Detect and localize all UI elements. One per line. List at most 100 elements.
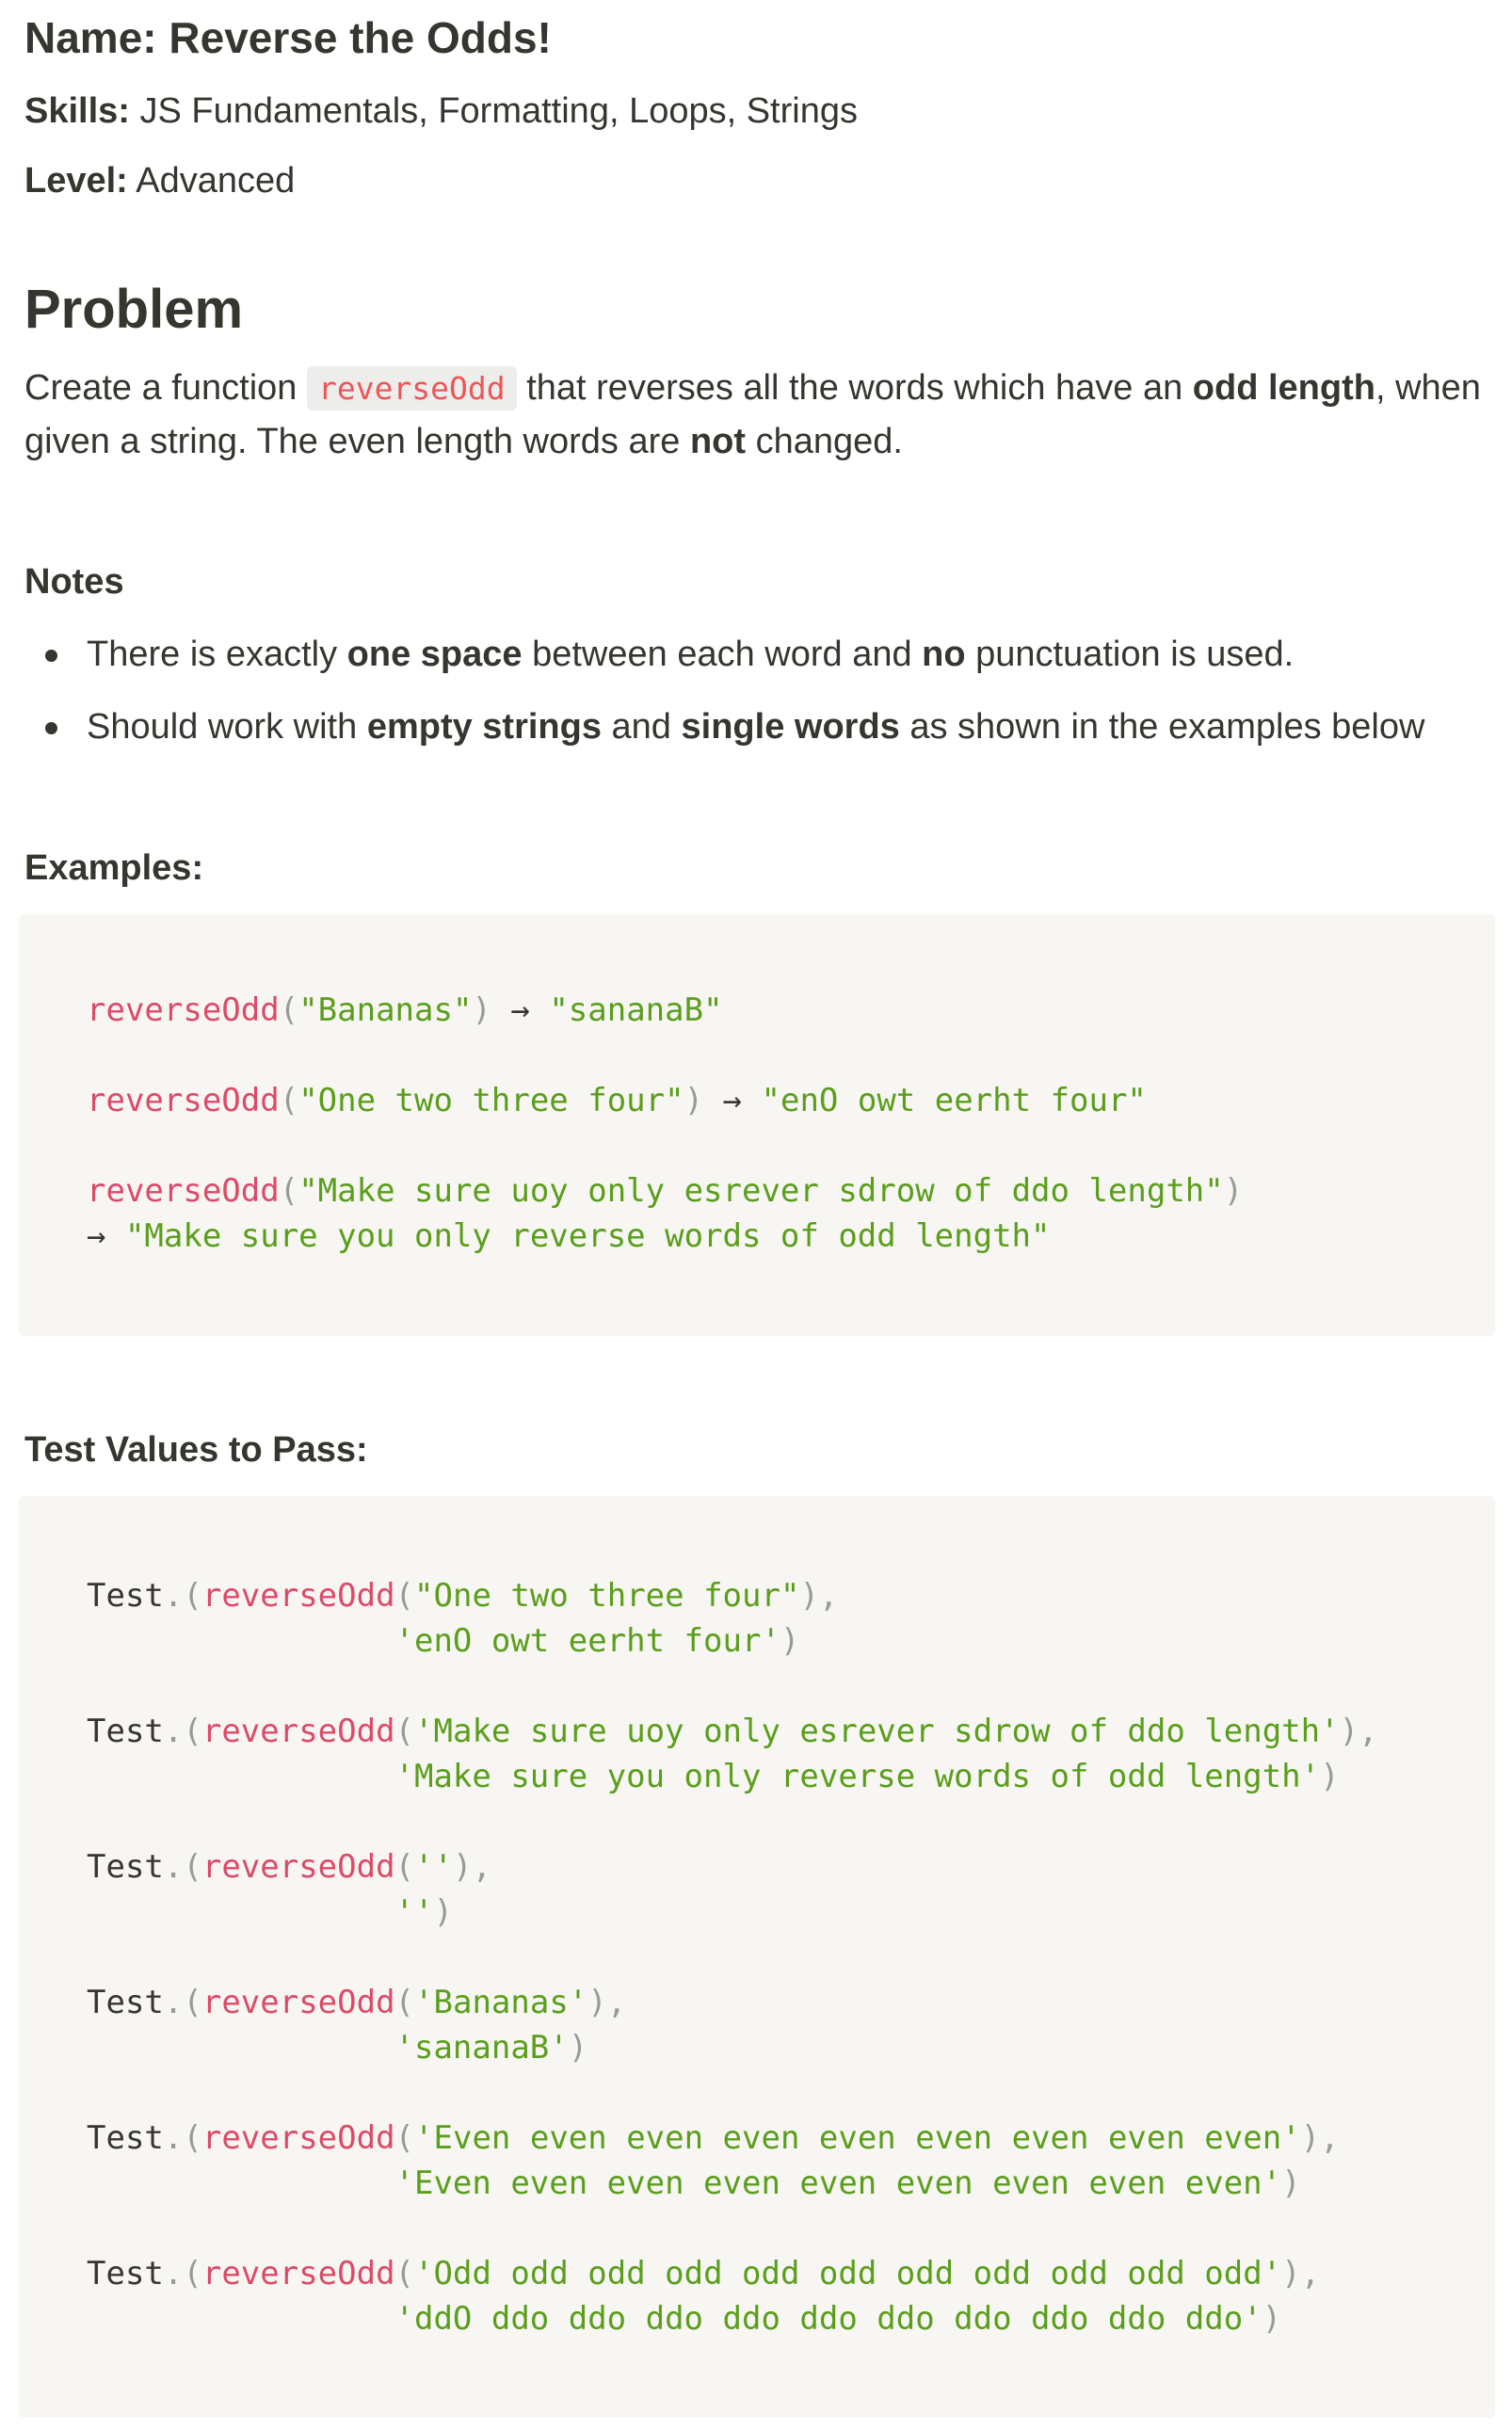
code-string: 'Bananas' — [414, 1984, 588, 2021]
code-string: "One two three four" — [298, 1082, 684, 1119]
code-paren: ), — [799, 1577, 839, 1615]
page-title: Name: Reverse the Odds! — [24, 8, 552, 68]
code-string: '' — [394, 1893, 434, 1931]
code-paren: ) — [1320, 1758, 1340, 1795]
code-paren: .( — [163, 2255, 202, 2292]
code-string: "Make sure you only reverse words of odd… — [124, 1217, 1051, 1255]
code-paren: ( — [394, 1713, 415, 1750]
problem-bold-odd-length: odd length — [1192, 368, 1375, 408]
code-function: reverseOdd — [201, 2119, 395, 2157]
test-expected-line: 'Even even even even even even even even… — [87, 2161, 1301, 2206]
code-paren: ) — [1262, 2300, 1282, 2338]
code-string: 'enO owt eerht four' — [394, 1622, 780, 1660]
bullet-bold: no — [922, 635, 966, 674]
level-line: Level: Advanced — [24, 156, 295, 205]
code-string: 'Even even even even even even even even… — [414, 2119, 1301, 2157]
code-paren: ), — [1339, 1713, 1378, 1750]
problem-text-1: Create a function — [24, 368, 307, 408]
code-string: 'Make sure uoy only esrever sdrow of ddo… — [414, 1713, 1340, 1750]
code-arrow: → — [491, 991, 550, 1029]
problem-bold-not: not — [689, 422, 747, 461]
bullet-bold: empty strings — [366, 707, 602, 747]
bullet-text: between each word and — [522, 635, 923, 674]
code-paren: ( — [394, 1984, 415, 2021]
code-paren: ( — [279, 1172, 299, 1210]
code-function: reverseOdd — [201, 1713, 395, 1750]
test-call-line: Test.(reverseOdd("One two three four"), — [87, 1573, 838, 1618]
test-expected-line: '') — [87, 1890, 453, 1935]
code-function: reverseOdd — [201, 1577, 395, 1615]
bullet-text: as shown in the examples below — [899, 707, 1425, 747]
bullet-dot — [45, 650, 57, 662]
code-arrow: → — [703, 1082, 762, 1119]
inline-code-function-name: reverseOdd — [306, 366, 517, 410]
code-paren: ), — [1281, 2255, 1321, 2292]
code-function: reverseOdd — [87, 991, 280, 1029]
code-function: reverseOdd — [201, 1984, 395, 2021]
bullet-dot — [45, 722, 57, 734]
test-call-line: Test.(reverseOdd('Odd odd odd odd odd od… — [87, 2251, 1320, 2296]
code-paren: ( — [394, 2119, 415, 2157]
test-call-line: Test.(reverseOdd('Bananas'), — [87, 1980, 626, 2025]
code-keyword: Test — [87, 1713, 164, 1750]
skills-label: Skills: — [24, 91, 130, 131]
code-paren: ) — [568, 2029, 588, 2067]
problem-description: Create a function reverseOdd that revers… — [24, 362, 1489, 469]
code-paren: .( — [163, 1713, 202, 1750]
code-paren: .( — [163, 2119, 202, 2157]
bullet-text: punctuation is used. — [965, 635, 1295, 674]
code-function: reverseOdd — [87, 1172, 280, 1210]
examples-heading: Examples: — [24, 848, 204, 888]
code-keyword: Test — [87, 2119, 164, 2157]
name-label: Name: — [24, 13, 157, 62]
code-string: 'Even even even even even even even even… — [394, 2164, 1282, 2202]
code-paren: .( — [163, 1577, 202, 1615]
code-paren: ), — [452, 1848, 491, 1886]
code-function: reverseOdd — [201, 1848, 395, 1886]
code-string: "One two three four" — [414, 1577, 800, 1615]
code-string: '' — [414, 1848, 453, 1886]
example-line-3-result: → "Make sure you only reverse words of o… — [87, 1214, 1051, 1259]
code-keyword: Test — [87, 1984, 164, 2021]
example-line-1: reverseOdd("Bananas") → "sananaB" — [87, 988, 723, 1033]
test-expected-line: 'Make sure you only reverse words of odd… — [87, 1754, 1340, 1799]
code-keyword: Test — [87, 1577, 164, 1615]
code-paren: ) — [780, 1622, 800, 1660]
code-paren: ( — [394, 1577, 415, 1615]
code-paren: ), — [1300, 2119, 1340, 2157]
code-paren: ) — [1223, 1172, 1244, 1210]
code-paren: ( — [279, 991, 299, 1029]
level-label: Level: — [24, 161, 128, 201]
notes-heading: Notes — [24, 562, 124, 602]
test-call-line: Test.(reverseOdd('Even even even even ev… — [87, 2115, 1340, 2161]
code-paren: ), — [587, 1984, 627, 2021]
code-arrow: → — [87, 1217, 125, 1255]
skills-line: Skills: JS Fundamentals, Formatting, Loo… — [24, 87, 858, 136]
code-function: reverseOdd — [87, 1082, 280, 1119]
bullet-bold: single words — [681, 707, 900, 747]
bullet-text: Should work with — [87, 707, 367, 747]
test-call-line: Test.(reverseOdd(''), — [87, 1844, 491, 1890]
test-expected-line: 'sananaB') — [87, 2025, 588, 2070]
tests-heading: Test Values to Pass: — [24, 1430, 368, 1470]
code-paren: .( — [163, 1848, 202, 1886]
code-string: 'Make sure you only reverse words of odd… — [394, 1758, 1321, 1795]
code-paren: ) — [1281, 2164, 1301, 2202]
code-string: "enO owt eerht four" — [761, 1082, 1147, 1119]
bullet-text: There is exactly — [87, 635, 347, 674]
name-value: Reverse the Odds! — [169, 13, 552, 62]
test-expected-line: 'ddO ddo ddo ddo ddo ddo ddo ddo ddo ddo… — [87, 2296, 1282, 2341]
problem-heading: Problem — [24, 279, 244, 340]
code-keyword: Test — [87, 1848, 164, 1886]
code-string: "Bananas" — [298, 991, 473, 1029]
code-string: "Make sure uoy only esrever sdrow of ddo… — [298, 1172, 1224, 1210]
test-expected-line: 'enO owt eerht four') — [87, 1618, 800, 1664]
notes-bullet-1: There is exactly one space between each … — [24, 629, 1294, 680]
example-line-2: reverseOdd("One two three four") → "enO … — [87, 1078, 1147, 1123]
